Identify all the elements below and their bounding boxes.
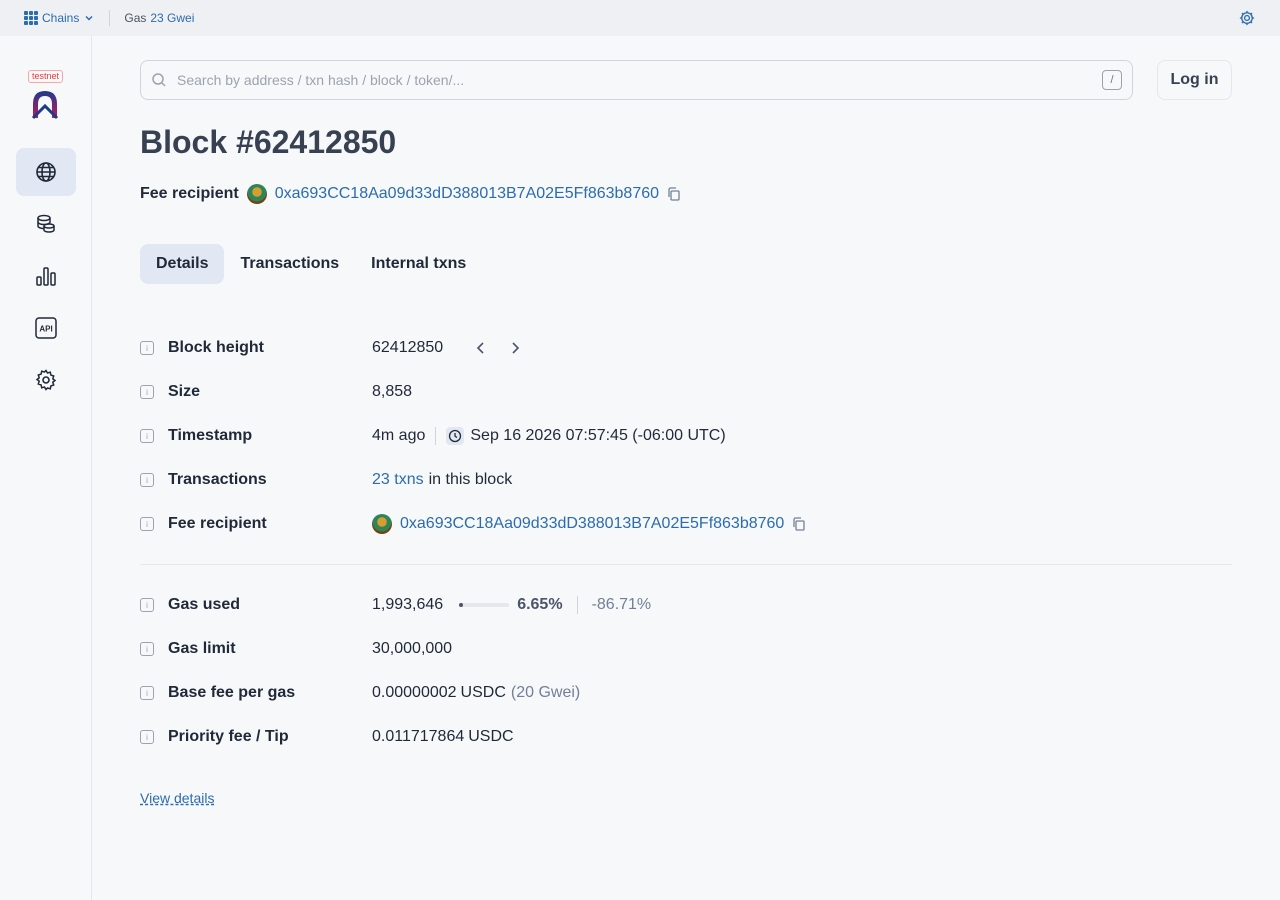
detail-label: Transactions xyxy=(168,471,267,488)
divider xyxy=(576,596,578,614)
gas-limit-value: 30,000,000 xyxy=(372,640,453,657)
login-button[interactable]: Log in xyxy=(1157,60,1232,100)
bar-chart-icon xyxy=(36,267,56,286)
info-icon[interactable]: i xyxy=(140,642,154,656)
sidebar-item-blockchain[interactable] xyxy=(16,148,76,196)
section-divider xyxy=(140,564,1232,565)
gas-used-delta: -86.71% xyxy=(591,596,652,613)
gas-used-percent: 6.65% xyxy=(517,596,563,613)
sidebar: testnet API xyxy=(0,36,92,900)
detail-row-size: i Size 8,858 xyxy=(140,370,1232,414)
detail-row-block-height: i Block height 62412850 xyxy=(140,326,1232,370)
svg-text:API: API xyxy=(39,325,52,334)
block-details: i Block height 62412850 i Size 8,858 i T… xyxy=(140,326,1232,759)
address-avatar xyxy=(246,184,267,204)
logo-icon[interactable] xyxy=(30,88,60,120)
block-height-value: 62412850 xyxy=(372,339,444,356)
gas-used-progress-fill xyxy=(459,603,463,607)
tab-internal-txns[interactable]: Internal txns xyxy=(355,244,482,284)
fee-recipient-link[interactable]: 0xa693CC18Aa09d33dD388013B7A02E5Ff863b87… xyxy=(400,515,784,533)
detail-row-gas-limit: i Gas limit 30,000,000 xyxy=(140,627,1232,671)
view-details-link[interactable]: View details xyxy=(140,790,214,806)
chevron-right-icon[interactable] xyxy=(507,340,523,356)
settings-gear-icon[interactable] xyxy=(1238,9,1256,27)
detail-row-gas-used: i Gas used 1,993,646 6.65% -86.71% xyxy=(140,583,1232,627)
sidebar-item-tokens[interactable] xyxy=(16,200,76,248)
fee-recipient-address-link[interactable]: 0xa693CC18Aa09d33dD388013B7A02E5Ff863b87… xyxy=(275,185,659,203)
detail-label: Block height xyxy=(168,339,265,356)
info-icon[interactable]: i xyxy=(140,730,154,744)
copy-icon[interactable] xyxy=(792,517,806,531)
detail-label: Gas used xyxy=(168,596,241,613)
gas-label: Gas xyxy=(124,11,147,25)
top-bar: Chains Gas 23 Gwei xyxy=(0,0,1280,36)
sidebar-item-charts[interactable] xyxy=(16,252,76,300)
search-icon xyxy=(152,73,166,87)
txns-suffix: in this block xyxy=(428,471,513,488)
priority-fee-unit: USDC xyxy=(468,728,514,745)
info-icon[interactable]: i xyxy=(140,473,154,487)
size-value: 8,858 xyxy=(372,383,413,400)
chains-selector[interactable]: Chains xyxy=(24,11,95,25)
detail-row-base-fee: i Base fee per gas 0.00000002 USDC (20 G… xyxy=(140,671,1232,715)
info-icon[interactable]: i xyxy=(140,517,154,531)
info-icon[interactable]: i xyxy=(140,598,154,612)
detail-row-timestamp: i Timestamp 4m ago Sep 16 2026 07:57:45 … xyxy=(140,414,1232,458)
chevron-left-icon[interactable] xyxy=(473,340,489,356)
fee-recipient-header: Fee recipient 0xa693CC18Aa09d33dD388013B… xyxy=(140,184,681,204)
info-icon[interactable]: i xyxy=(140,686,154,700)
coins-icon xyxy=(37,214,55,233)
address-avatar xyxy=(372,514,392,534)
tab-details[interactable]: Details xyxy=(140,244,225,284)
detail-label: Size xyxy=(168,383,201,400)
chains-label: Chains xyxy=(42,11,80,25)
tab-transactions[interactable]: Transactions xyxy=(224,244,355,284)
api-icon: API xyxy=(35,317,57,339)
info-icon[interactable]: i xyxy=(140,341,154,355)
detail-label: Fee recipient xyxy=(168,515,267,532)
clock-icon xyxy=(446,427,465,445)
globe-icon xyxy=(36,162,56,182)
detail-label: Base fee per gas xyxy=(168,684,296,701)
detail-row-fee-recipient: i Fee recipient 0xa693CC18Aa09d33dD38801… xyxy=(140,502,1232,546)
search-input[interactable] xyxy=(177,72,1102,88)
detail-label: Gas limit xyxy=(168,640,236,657)
detail-row-transactions: i Transactions 23 txns in this block xyxy=(140,458,1232,502)
search-shortcut-key: / xyxy=(1102,70,1122,90)
sidebar-item-api[interactable]: API xyxy=(16,304,76,352)
gas-used-progress-bar xyxy=(459,603,510,607)
detail-row-priority-fee: i Priority fee / Tip 0.011717864 USDC xyxy=(140,715,1232,759)
gear-icon xyxy=(35,369,57,391)
tabs: Details Transactions Internal txns xyxy=(140,244,482,284)
timestamp-absolute: Sep 16 2026 07:57:45 (-06:00 UTC) xyxy=(470,427,726,444)
info-icon[interactable]: i xyxy=(140,429,154,443)
gas-value[interactable]: 23 Gwei xyxy=(150,11,194,25)
detail-label: Timestamp xyxy=(168,427,253,444)
timestamp-relative: 4m ago xyxy=(372,427,426,444)
info-icon[interactable]: i xyxy=(140,385,154,399)
txns-link[interactable]: 23 txns xyxy=(372,471,424,489)
testnet-badge: testnet xyxy=(28,70,64,83)
gas-used-value: 1,993,646 xyxy=(372,596,444,613)
page-title: Block #62412850 xyxy=(140,124,397,160)
divider xyxy=(435,427,437,445)
priority-fee-value: 0.011717864 xyxy=(372,728,465,745)
base-fee-unit: USDC xyxy=(460,684,506,701)
base-fee-value: 0.00000002 xyxy=(372,684,457,701)
detail-label: Priority fee / Tip xyxy=(168,728,289,745)
divider xyxy=(109,10,111,26)
sidebar-item-settings[interactable] xyxy=(16,356,76,404)
grid-icon xyxy=(24,11,38,25)
search-bar: / xyxy=(140,60,1133,100)
copy-icon[interactable] xyxy=(667,187,681,201)
base-fee-gwei: (20 Gwei) xyxy=(510,684,581,701)
fee-recipient-label: Fee recipient xyxy=(140,185,239,202)
chevron-down-icon xyxy=(85,15,93,21)
